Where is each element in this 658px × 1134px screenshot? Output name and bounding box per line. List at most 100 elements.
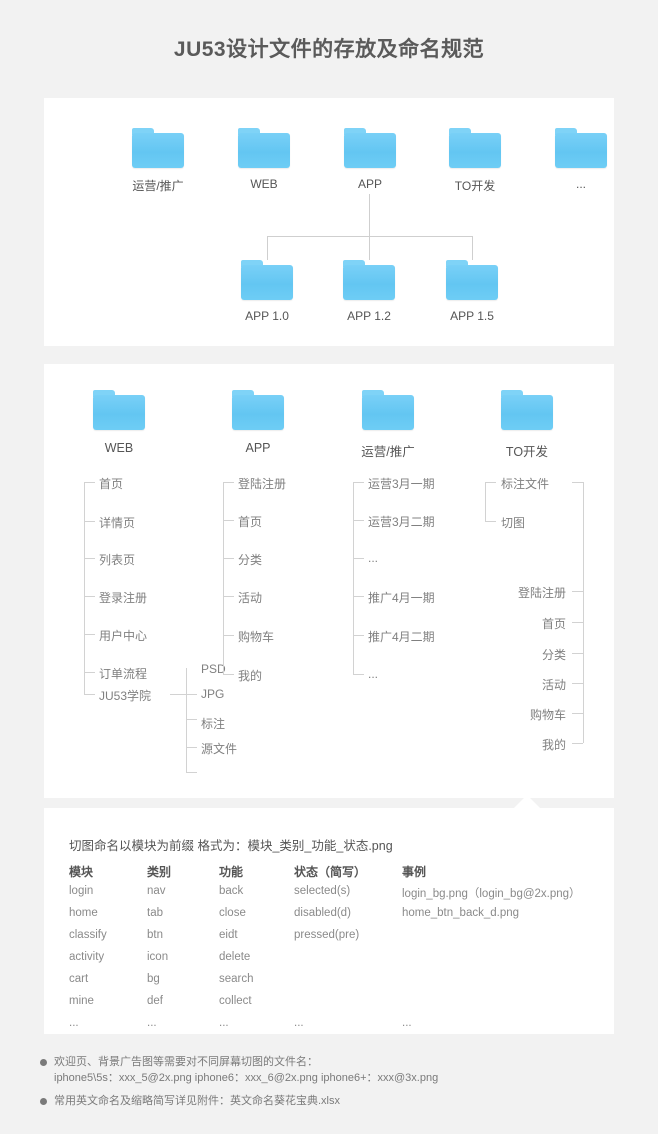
tree-item-web[interactable]: 详情页 [99, 514, 135, 531]
folder-body [232, 395, 284, 430]
table-cell: delete [219, 951, 251, 963]
folder-icon-app-10[interactable] [241, 260, 293, 300]
table-row: ... ... ... ... ... [69, 1017, 599, 1039]
bracket-todev-left-spine [485, 482, 486, 521]
table-cell: home [69, 907, 98, 919]
table-cell: ... [402, 1017, 412, 1029]
folder-icon-col-web[interactable] [93, 390, 145, 430]
tree-item-todev-right[interactable]: 我的 [452, 736, 566, 753]
table-cell: btn [147, 929, 163, 941]
tree-item-web[interactable]: 首页 [99, 475, 123, 492]
tree-item-todev-right[interactable]: 首页 [452, 615, 566, 632]
table-cell: login_bg.png（login_bg@2x.png） [402, 888, 581, 900]
bracket-todev-right-tick [572, 591, 583, 592]
tree-item-web[interactable]: 列表页 [99, 551, 135, 568]
folder-body [446, 265, 498, 300]
tree-item-app[interactable]: 活动 [238, 589, 262, 606]
table-row: cart bg search [69, 973, 599, 995]
table-cell: nav [147, 885, 166, 897]
bracket-operations-tick [353, 482, 364, 483]
bracket-app-tick [223, 596, 234, 597]
bracket-todev-right-tick [572, 713, 583, 714]
folder-body [93, 395, 145, 430]
tree-item-web[interactable]: 用户中心 [99, 627, 147, 644]
bracket-operations-tick [353, 635, 364, 636]
folder-icon-app-12[interactable] [343, 260, 395, 300]
folder-icon-col-todev[interactable] [501, 390, 553, 430]
tree-item-todev[interactable]: 切图 [501, 514, 525, 531]
table-cell: pressed(pre) [294, 929, 360, 941]
folder-body [362, 395, 414, 430]
folder-icon-todev[interactable] [449, 128, 501, 168]
folder-body [238, 133, 290, 168]
tree-subitem-web[interactable]: 源文件 [201, 740, 237, 757]
tree-item-operations[interactable]: 运营3月二期 [368, 513, 435, 530]
tree-item-web-academy[interactable]: JU53学院 [99, 687, 151, 704]
column-title-web: WEB [104, 441, 134, 455]
folder-body [501, 395, 553, 430]
bracket-web-sub-tick [186, 694, 197, 695]
bracket-web-tick [84, 482, 95, 483]
table-cell: search [219, 973, 254, 985]
folder-icon-more[interactable] [555, 128, 607, 168]
tree-item-todev-right[interactable]: 登陆注册 [452, 584, 566, 601]
table-cell: selected(s) [294, 885, 351, 897]
bracket-web-sub-tick [186, 747, 197, 748]
connector-drop-3 [472, 236, 473, 260]
bracket-app-tick [223, 482, 234, 483]
folder-icon-operations[interactable] [132, 128, 184, 168]
tree-subitem-web[interactable]: JPG [201, 687, 224, 701]
table-header-row: 模块 类别 功能 状态（简写） 事例 [69, 863, 599, 885]
folder-body [344, 133, 396, 168]
bracket-web-tick [84, 694, 95, 695]
tree-item-operations[interactable]: ... [368, 551, 378, 565]
folder-icon-col-operations[interactable] [362, 390, 414, 430]
column-title-operations: 运营/推广 [361, 445, 415, 459]
table-cell: activity [69, 951, 105, 963]
tree-item-todev-right[interactable]: 活动 [452, 676, 566, 693]
tree-subitem-web[interactable]: 标注 [201, 715, 225, 732]
folder-icon-app[interactable] [344, 128, 396, 168]
bracket-operations-tick [353, 520, 364, 521]
tree-item-web[interactable]: 登录注册 [99, 589, 147, 606]
tree-item-app[interactable]: 首页 [238, 513, 262, 530]
tree-item-app[interactable]: 分类 [238, 551, 262, 568]
tree-subitem-web[interactable]: PSD [201, 662, 226, 676]
table-cell: eidt [219, 929, 238, 941]
table-header-cell: 状态（简写） [294, 865, 367, 879]
bullet-icon [40, 1098, 47, 1105]
bracket-operations-tick [353, 674, 364, 675]
folder-icon-app-15[interactable] [446, 260, 498, 300]
tree-item-todev[interactable]: 标注文件 [501, 475, 549, 492]
tree-item-operations[interactable]: ... [368, 667, 378, 681]
tree-item-todev-right[interactable]: 购物车 [452, 706, 566, 723]
bracket-operations-tick [353, 596, 364, 597]
folder-body [555, 133, 607, 168]
bracket-web-tick [84, 521, 95, 522]
page-title: JU53设计文件的存放及命名规范 [173, 38, 485, 61]
bracket-web-tick [84, 558, 95, 559]
tree-item-operations[interactable]: 运营3月一期 [368, 475, 435, 492]
bracket-todev-right-tick [572, 683, 583, 684]
folder-icon-web[interactable] [238, 128, 290, 168]
tree-item-app[interactable]: 我的 [238, 667, 262, 684]
connector-stem-app [369, 194, 370, 236]
tree-item-operations[interactable]: 推广4月一期 [368, 589, 435, 606]
folder-icon-col-app[interactable] [232, 390, 284, 430]
footer-note-1-line-1: 欢迎页、背景广告图等需要对不同屏幕切图的文件名： [54, 1056, 318, 1068]
tree-item-operations[interactable]: 推广4月二期 [368, 628, 435, 645]
bracket-web-tick [84, 672, 95, 673]
tree-item-app[interactable]: 登陆注册 [238, 475, 286, 492]
naming-table: 模块 类别 功能 状态（简写） 事例 login nav back select… [69, 863, 599, 1039]
tree-item-web[interactable]: 订单流程 [99, 665, 147, 682]
bracket-todev-right-spine [583, 482, 584, 743]
folder-label-more: ... [575, 177, 586, 191]
table-header-cell: 类别 [147, 865, 172, 879]
column-title-app: APP [245, 441, 271, 455]
tree-item-app[interactable]: 购物车 [238, 628, 274, 645]
table-cell: bg [147, 973, 160, 985]
table-cell: collect [219, 995, 252, 1007]
bracket-app-tick [223, 635, 234, 636]
table-row: classify btn eidt pressed(pre) [69, 929, 599, 951]
tree-item-todev-right[interactable]: 分类 [452, 646, 566, 663]
